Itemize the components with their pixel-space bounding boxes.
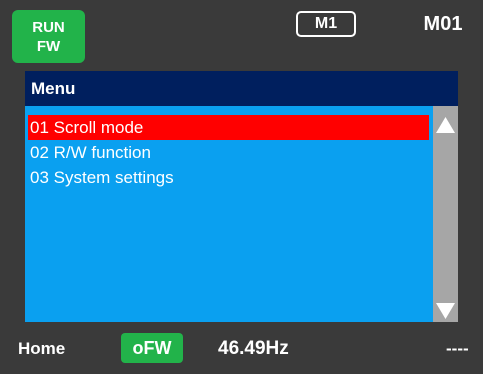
status-placeholder: ---- [446,339,469,358]
triangle-up-icon[interactable] [435,116,456,134]
direction-badge: oFW [121,333,183,363]
status-location: Home [18,339,66,358]
menu-title: Menu [31,78,76,98]
model-label: M01 [423,12,463,35]
frequency-readout: 46.49Hz [218,338,289,359]
menu-scrollbar[interactable] [433,106,458,322]
run-direction-label: FW [36,37,61,55]
mode-indicator: M1 [296,11,356,37]
run-state-label: RUN [32,18,65,36]
menu-list: 01 Scroll mode 02 R/W function 03 System… [25,106,433,322]
menu-item-system-settings[interactable]: 03 System settings [28,165,429,190]
menu-item-scroll-mode[interactable]: 01 Scroll mode [28,115,429,140]
menu-item-rw-function[interactable]: 02 R/W function [28,140,429,165]
run-status-badge[interactable]: RUN FW [12,10,85,63]
menu-title-bar: Menu [25,71,458,106]
triangle-down-icon[interactable] [435,302,456,320]
